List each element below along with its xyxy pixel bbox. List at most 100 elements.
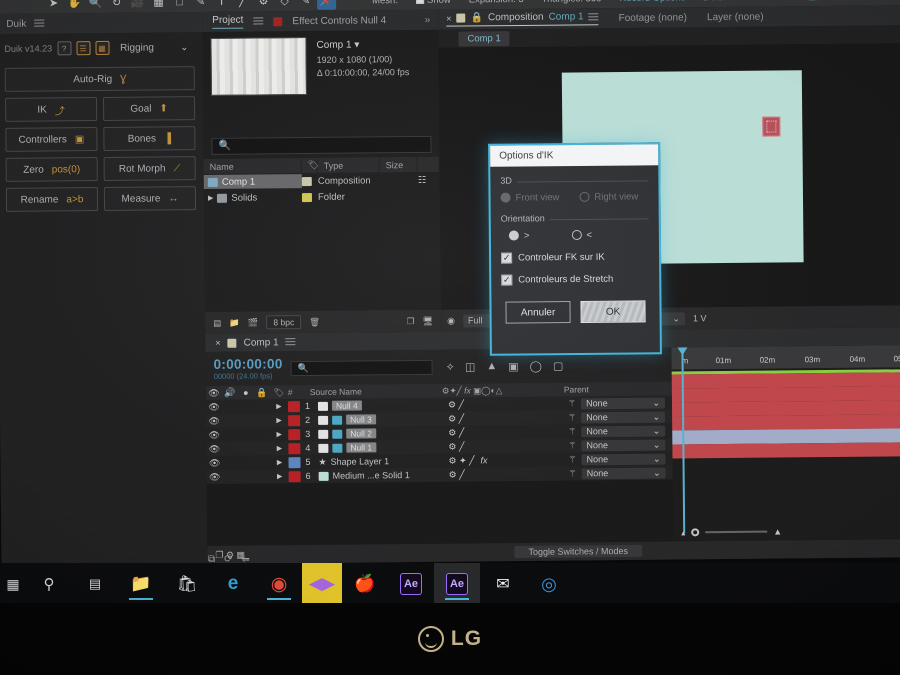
record-options-button[interactable]: Record Options (619, 0, 685, 4)
layer-visibility-toggle[interactable]: 👁 (206, 443, 222, 454)
layer-expand-icon[interactable]: ▶ (271, 472, 289, 480)
layer-visibility-toggle[interactable]: 👁 (206, 415, 222, 426)
layer-visibility-toggle[interactable]: 👁 (207, 471, 223, 482)
composition-mini-flowchart-icon[interactable]: ⟡ (447, 360, 454, 373)
delete-icon[interactable]: 🗑 (309, 316, 320, 327)
new-composition-icon[interactable]: 🎬 (248, 317, 259, 328)
duik-panel-menu-icon[interactable] (34, 19, 45, 28)
layer-source-name[interactable]: ★ Shape Layer 1 (314, 455, 442, 467)
parent-pickwhip-icon[interactable]: ⚚ (568, 398, 576, 409)
parent-pickwhip-icon[interactable]: ⚚ (568, 426, 576, 437)
new-folder-icon[interactable]: 📁 (229, 317, 240, 328)
layer-parent[interactable]: ⚚ None ⌄ (562, 439, 666, 451)
time-ruler[interactable]: m 01m 02m 03m 04m 05m (671, 345, 900, 370)
layer-expand-icon[interactable]: ▶ (270, 444, 288, 452)
layer-expand-icon[interactable]: ▶ (270, 402, 288, 410)
monitor-icon[interactable]: 🖥 (422, 315, 433, 326)
layer-color-chip[interactable] (287, 400, 301, 412)
puppet-pin-icon[interactable]: 📌 (316, 0, 337, 10)
workspace-menu-icon[interactable]: ☰ (808, 0, 818, 3)
layer-visibility-toggle[interactable]: 👁 (206, 429, 222, 440)
fl-studio-icon[interactable]: 🍎 (342, 563, 388, 605)
duik-button-zero[interactable]: Zero pos(0) (5, 157, 98, 182)
expansion-field[interactable]: Expansion: 3 (469, 0, 524, 5)
comp-flowchart-icon[interactable]: ☷ (418, 174, 440, 185)
after-effects-active-icon[interactable]: Ae (434, 563, 480, 605)
layer-switches[interactable]: ⚙ ╱ (442, 398, 562, 410)
radio-right-view[interactable]: Right view (579, 191, 638, 203)
layer-visibility-toggle[interactable]: 👁 (206, 457, 222, 468)
disclosure-triangle-icon[interactable]: ▶ (208, 194, 213, 202)
parent-dropdown[interactable]: None ⌄ (580, 397, 666, 409)
cancel-button[interactable]: Annuler (505, 301, 571, 324)
shape-icon[interactable]: □ (170, 0, 189, 11)
clone-stamp-icon[interactable]: ⚙ (254, 0, 273, 10)
project-panel-menu-icon[interactable] (253, 17, 264, 25)
layer-switches[interactable]: ⚙ ╱ (442, 440, 562, 452)
timeline-panel-menu-icon[interactable] (285, 338, 296, 346)
interpret-footage-icon[interactable]: ▤ (213, 317, 221, 328)
workspace-default[interactable]: Default (703, 0, 733, 3)
edge-icon[interactable]: e (210, 563, 256, 605)
channels-icon[interactable]: ◉ (447, 315, 455, 326)
browser-icon[interactable]: ◎ (526, 563, 572, 605)
graph-editor-icon[interactable]: ◯ (530, 359, 542, 372)
column-label-tag[interactable]: 🏷 (301, 157, 319, 174)
eraser-icon[interactable]: ◇ (275, 0, 294, 10)
parent-pickwhip-icon[interactable]: ⚚ (569, 468, 577, 479)
layer-parent[interactable]: ⚚ None ⌄ (562, 453, 666, 465)
radio-front-view[interactable]: Front view (500, 192, 559, 204)
layer-color-chip[interactable] (288, 414, 301, 426)
mesh-show-toggle[interactable]: Show (415, 0, 451, 5)
layer-color-chip[interactable] (288, 456, 301, 468)
ik-options-dialog[interactable]: Options d'IK 3D Front view Right view Or… (488, 142, 662, 356)
zoom-slider-track[interactable] (705, 530, 768, 534)
task-view-icon[interactable]: ▤ (72, 563, 118, 605)
motion-blur-icon[interactable]: ▲ (486, 360, 497, 373)
text-icon[interactable]: T (212, 0, 231, 10)
checkbox-stretch-controllers[interactable]: ✓ Controleurs de Stretch (501, 273, 649, 286)
toggle-switches-modes-button[interactable]: Toggle Switches / Modes (514, 544, 643, 559)
tab-effect-controls[interactable]: Effect Controls Null 4 (292, 15, 386, 27)
brainstorm-icon[interactable]: ▢ (553, 359, 564, 372)
layer-switches[interactable]: ⚙ ✦ ╱ fx (442, 454, 562, 466)
layer-color-chip[interactable] (288, 428, 301, 440)
layer-source-name[interactable]: Null 3 (314, 414, 442, 425)
tab-footage[interactable]: Footage (none) (619, 12, 687, 24)
search-icon[interactable]: ⚲ (26, 563, 72, 605)
layer-switches[interactable]: ⚙ ╱ (443, 468, 563, 480)
layer-source-name[interactable]: Null 4 (314, 400, 442, 411)
timeline-graph-area[interactable]: m 01m 02m 03m 04m 05m ▴ ▲ (671, 345, 900, 542)
lock-icon[interactable]: 🔒 (470, 12, 483, 23)
duik-button-ik[interactable]: IK ⤴ (4, 97, 98, 122)
duik-button-goal[interactable]: Goal ⬆ (102, 96, 196, 121)
comp-info-name[interactable]: Comp 1 ▾ (316, 38, 409, 53)
radio-orientation-right[interactable]: > (508, 230, 529, 241)
layer-parent[interactable]: ⚚ None ⌄ (562, 397, 666, 409)
media-player-icon[interactable]: ◀▶ (302, 563, 342, 605)
zoom-in-icon[interactable]: ▲ (773, 526, 782, 536)
duik-grid-view-icon[interactable]: ▦ (94, 40, 110, 56)
workspace-standard[interactable]: Standard (752, 0, 791, 2)
parent-dropdown[interactable]: None ⌄ (581, 411, 666, 423)
after-effects-icon[interactable]: Ae (388, 563, 434, 605)
current-timecode[interactable]: 0:00:00:00 00000 (24.00 fps) (205, 356, 282, 381)
duik-help-button[interactable]: ? (56, 41, 72, 56)
layer-expand-icon[interactable]: ▶ (270, 430, 288, 438)
panel-overflow-icon[interactable]: » (425, 14, 439, 25)
tab-composition[interactable]: × 🔒 Composition Comp 1 (446, 11, 599, 27)
brush-icon[interactable]: ╱ (233, 0, 252, 10)
label-color-chip[interactable] (301, 176, 312, 186)
mail-icon[interactable]: ✉ (480, 563, 526, 605)
duik-mode-dropdown[interactable]: Rigging ⌄ (114, 42, 195, 54)
ok-button[interactable]: OK (580, 300, 646, 323)
zoom-out-icon[interactable]: ▴ (681, 528, 685, 537)
microsoft-store-icon[interactable]: 🛍 (164, 563, 210, 605)
project-list-item-solids[interactable]: ▶ Solids Folder (204, 188, 440, 206)
layer-bar-6[interactable] (672, 442, 900, 459)
composition-panel-menu-icon[interactable] (588, 12, 599, 21)
layer-source-name[interactable]: Medium ...e Solid 1 (315, 470, 443, 481)
duik-button-measure[interactable]: Measure ↔ (103, 186, 197, 211)
chrome-icon[interactable]: ◉ (256, 563, 302, 605)
roto-brush-icon[interactable]: ✎ (296, 0, 315, 10)
